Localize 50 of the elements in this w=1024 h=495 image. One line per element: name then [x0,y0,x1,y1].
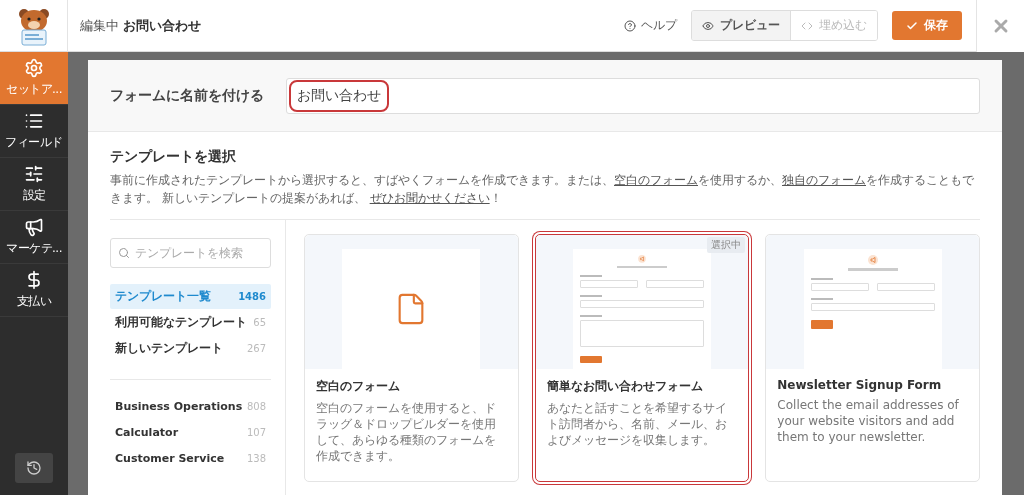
preview-button[interactable]: プレビュー [692,11,791,40]
category-label: Calculator [115,426,179,439]
category-count: 267 [246,343,266,354]
editing-label: 編集中 [80,16,119,35]
description-link[interactable]: ぜひお聞かせください [369,191,490,205]
category-item[interactable]: Business Operations 808 [110,394,271,419]
help-link[interactable]: ヘルプ [624,17,677,34]
category-label: 利用可能なテンプレート [115,314,247,331]
category-label: Customer Service [115,452,225,465]
category-label: 新しいテンプレート [115,340,223,357]
template-card[interactable]: 選択中 簡単なお問い合わせフォーム あなたと話すことを希望するサイト訪問者から、名前、メール、およびメッセージを収集します。 [534,234,750,482]
template-card[interactable]: Newsletter Signup Form Collect the email addresses of your website visitors and add them to your newsletter. [765,234,980,482]
template-description: あなたと話すことを希望するサイト訪問者から、名前、メール、およびメッセージを収集します。 [546,400,728,448]
sliders-icon [24,164,44,184]
template-search-field[interactable]: テンプレートを検索 [110,238,271,268]
section-description: 事前に作成されたテンプレートから選択すると、すばやくフォームを作成できます。または、空白のフォームを使用するか、独自のフォームを作成することもできます。 新しいテンプレートの提案があれば、 ぜひお聞かせください！ [110,171,980,220]
megaphone-icon [24,217,44,237]
template-title: 簡単なお問い合わせフォーム [546,378,704,395]
category-count: 808 [246,401,266,412]
selected-badge: 選択中 [707,237,746,253]
template-title: 空白のフォーム [316,378,401,395]
category-item[interactable]: 新しいテンプレート 267 [110,336,271,361]
category-count: 107 [246,427,266,438]
section-heading: テンプレートを選択 [110,148,237,166]
form-title: お問い合わせ [123,16,201,35]
search-icon [118,247,130,259]
category-count: 138 [246,453,266,464]
form-name-label: フォームに名前を付ける [110,86,264,105]
category-item[interactable]: 利用可能なテンプレート 65 [110,310,271,335]
category-label: テンプレート一覧 [115,288,211,305]
form-name-field[interactable]: お問い合わせ [286,77,980,114]
help-icon [624,19,636,32]
template-card[interactable]: 空白のフォーム 空白のフォームを使用すると、ドラッグ＆ドロップビルダーを使用して、あらゆる種類のフォームを作成できます。 [304,234,519,482]
description-link[interactable]: 独自のフォーム [782,173,866,187]
category-count: 1486 [238,291,266,302]
category-label: Business Operations [115,400,243,413]
history-button[interactable] [15,453,53,483]
template-description: Collect the email addresses of your website visitors and add them to your newsletter. [777,397,960,445]
category-item[interactable]: Customer Service 138 [110,446,271,471]
form-name-value: お問い合わせ [289,79,389,112]
template-title: Newsletter Signup Form [777,378,943,392]
category-count: 65 [253,317,266,328]
template-description: 空白のフォームを使用すると、ドラッグ＆ドロップビルダーを使用して、あらゆる種類のフォームを作成できます。 [316,400,497,464]
eye-icon [702,19,714,32]
history-icon [26,460,42,476]
list-icon [24,111,44,131]
category-item[interactable]: Calculator 107 [110,420,271,445]
description-link[interactable]: 空白のフォーム [614,173,698,187]
gear-icon [24,58,44,78]
check-icon [906,19,918,32]
